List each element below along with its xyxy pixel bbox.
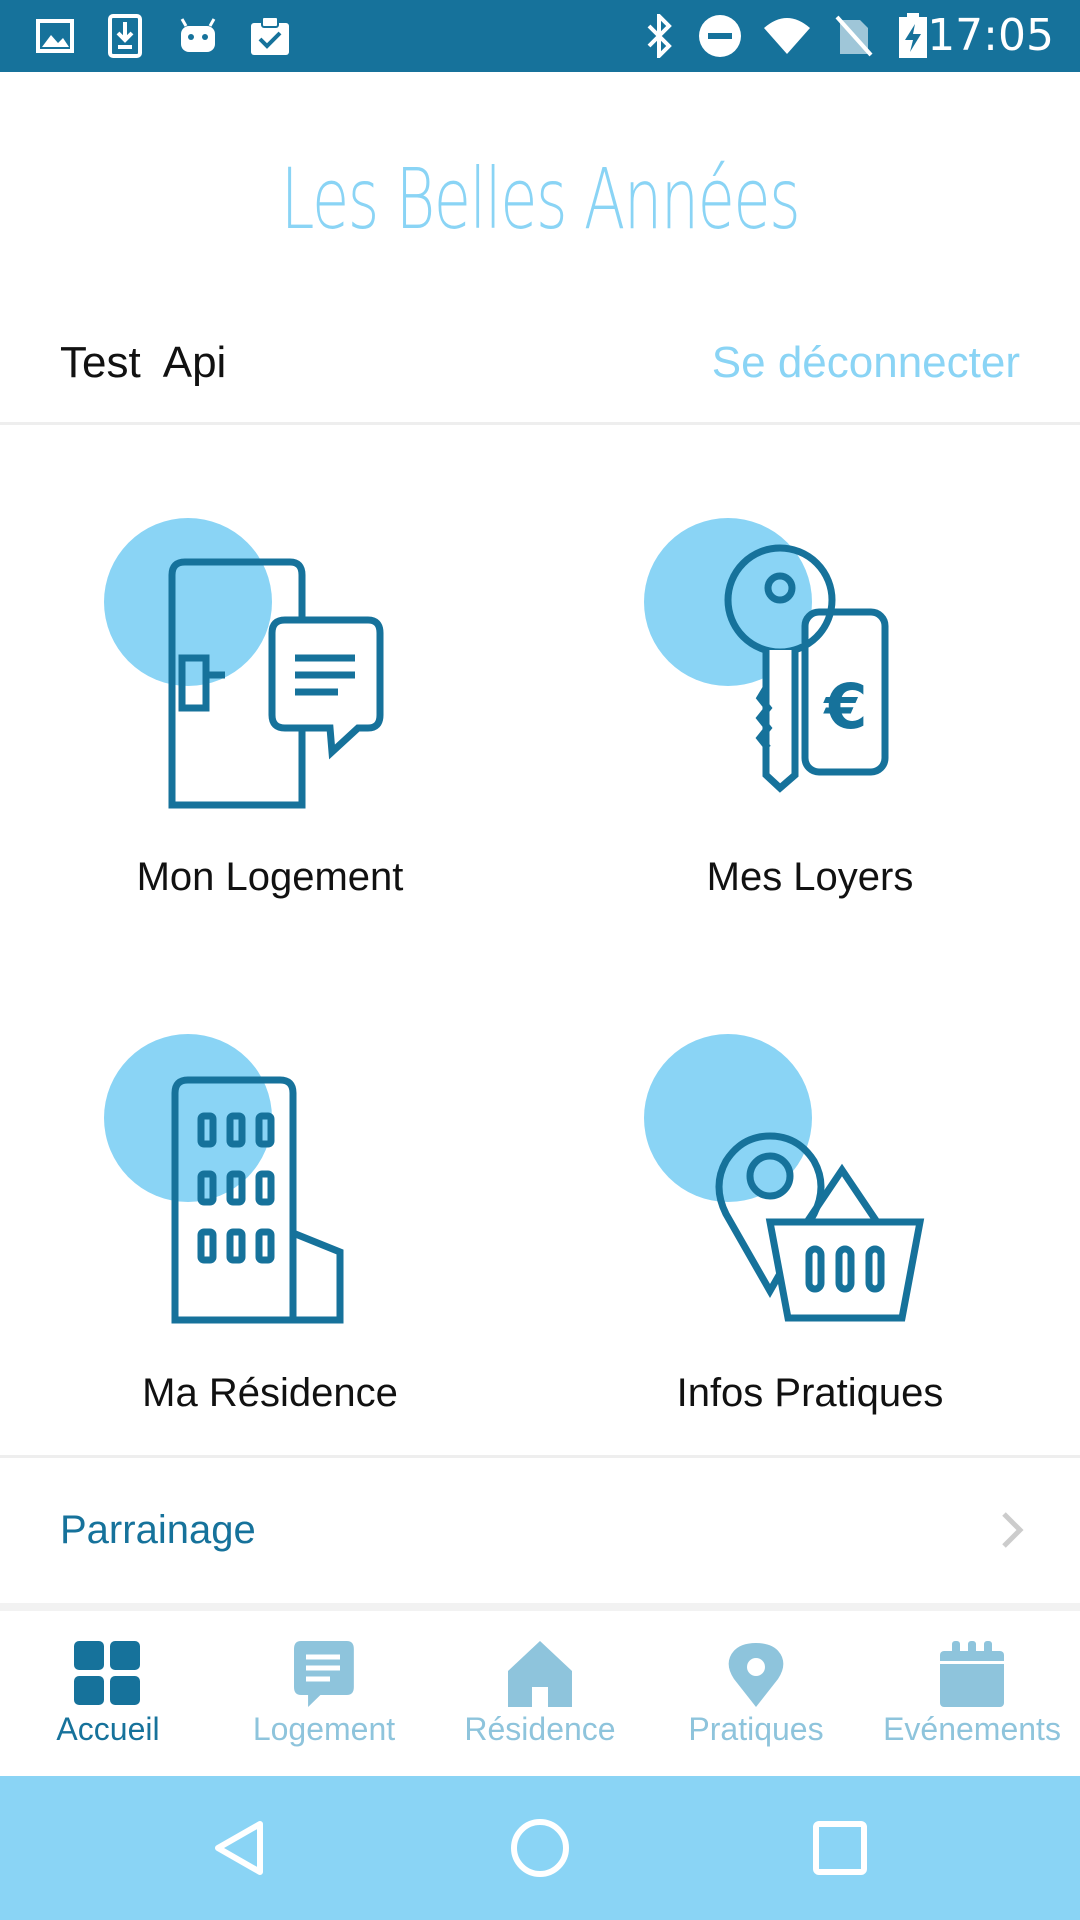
divider: [0, 422, 1080, 425]
pin-basket-icon: [644, 1034, 925, 1322]
divider: [0, 1603, 1080, 1611]
back-icon[interactable]: [180, 1776, 300, 1920]
building-icon: [104, 1034, 344, 1324]
do-not-disturb-icon: [698, 0, 742, 72]
nav-accueil[interactable]: Accueil: [0, 1611, 216, 1776]
grid-icon: [74, 1641, 140, 1705]
parrainage-label: Parrainage: [60, 1508, 256, 1552]
nav-pratiques[interactable]: Pratiques: [648, 1611, 864, 1776]
system-nav-bar: [0, 1776, 1080, 1920]
tile-label: Mon Logement: [136, 855, 404, 899]
key-euro-icon: €: [644, 518, 889, 793]
svg-text:€: €: [822, 670, 867, 743]
nav-logement[interactable]: Logement: [216, 1611, 432, 1776]
chevron-right-icon: [999, 1510, 1025, 1555]
calendar-icon: [940, 1641, 1004, 1707]
chat-icon: [294, 1641, 354, 1707]
image-icon: [36, 0, 74, 72]
recents-icon[interactable]: [780, 1776, 900, 1920]
nav-label: Accueil: [56, 1711, 160, 1747]
tile-infos-pratiques[interactable]: Infos Pratiques: [540, 1026, 1080, 1486]
tile-mon-logement[interactable]: Mon Logement: [0, 510, 540, 970]
status-time: 17:05: [927, 10, 1054, 61]
user-name: Test Api: [60, 338, 227, 387]
nav-label: Logement: [252, 1711, 396, 1747]
home-icon: [508, 1641, 572, 1707]
nav-residence[interactable]: Résidence: [432, 1611, 648, 1776]
battery-charging-icon: [896, 0, 930, 72]
android-icon: [178, 0, 218, 72]
bluetooth-icon: [644, 0, 674, 72]
tile-label: Mes Loyers: [706, 855, 914, 899]
nav-label: Résidence: [464, 1711, 616, 1747]
map-pin-icon: [728, 1643, 784, 1707]
logout-link[interactable]: Se déconnecter: [712, 338, 1020, 388]
tile-ma-residence[interactable]: Ma Résidence: [0, 1026, 540, 1486]
status-bar: 17:05: [0, 0, 1080, 72]
home-circle-icon[interactable]: [480, 1776, 600, 1920]
tile-label: Infos Pratiques: [676, 1371, 944, 1415]
tile-label: Ma Résidence: [142, 1371, 398, 1415]
nav-evenements[interactable]: Evénements: [864, 1611, 1080, 1776]
bottom-nav: Accueil Logement Résidence Pratiques Evé…: [0, 1611, 1080, 1776]
parrainage-row[interactable]: Parrainage: [0, 1458, 1080, 1603]
clipboard-check-icon: [248, 0, 292, 72]
nav-label: Evénements: [883, 1711, 1061, 1747]
tile-mes-loyers[interactable]: € Mes Loyers: [540, 510, 1080, 970]
no-sim-icon: [834, 0, 874, 72]
nav-label: Pratiques: [688, 1711, 824, 1747]
wifi-icon: [762, 0, 812, 72]
door-chat-icon: [104, 518, 384, 809]
download-icon: [108, 0, 142, 72]
app-title: Les Belles Années: [280, 150, 801, 248]
